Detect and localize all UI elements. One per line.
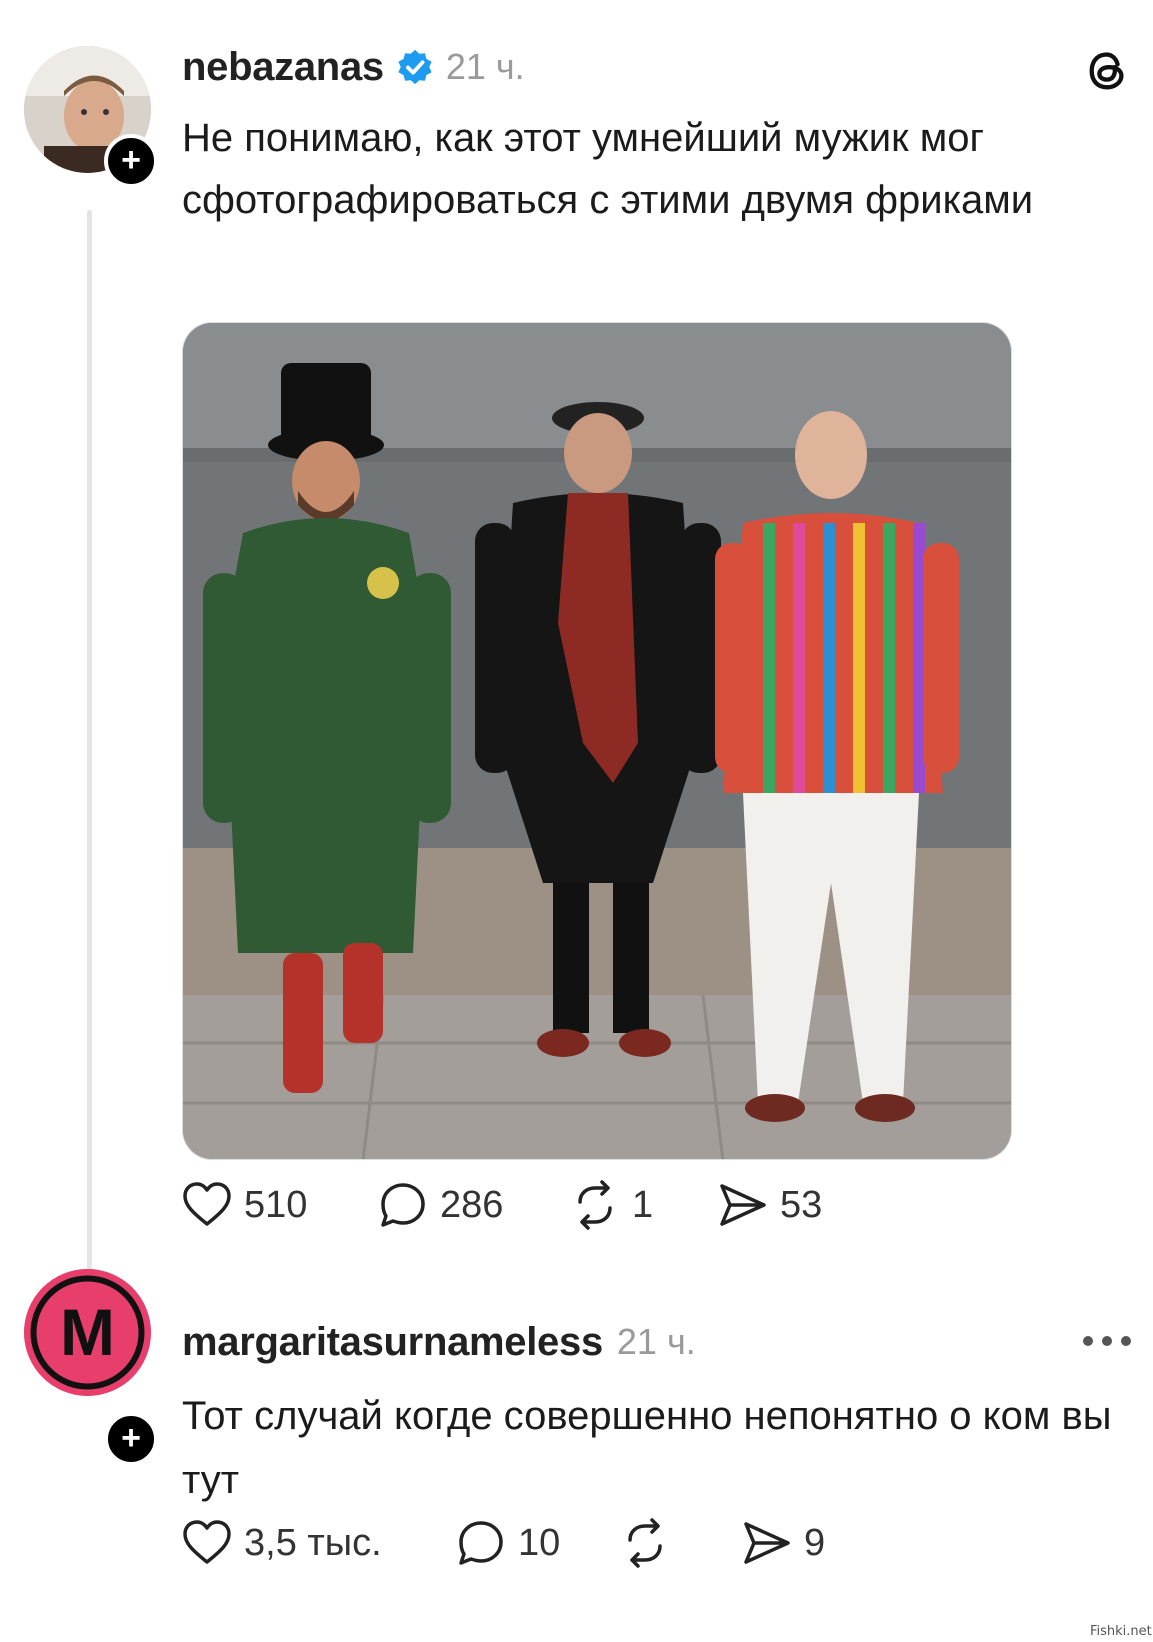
share-icon <box>744 1522 790 1564</box>
like-count: 510 <box>244 1183 308 1226</box>
reply-username[interactable]: margaritasurnameless <box>182 1320 603 1365</box>
more-icon[interactable] <box>1080 1333 1134 1349</box>
reply-comment-count: 10 <box>518 1521 561 1564</box>
follow-plus-button-reply[interactable]: + <box>104 1412 158 1466</box>
threads-logo-icon[interactable] <box>1085 48 1131 94</box>
reply-header: margaritasurnameless 21 ч. <box>182 1317 696 1367</box>
share-icon <box>720 1184 766 1226</box>
plus-icon: + <box>121 141 141 179</box>
post-text: Не понимаю, как этот умнейший мужик мог … <box>182 116 1034 222</box>
repost-icon <box>578 1180 612 1230</box>
like-button[interactable]: 510 <box>182 1180 307 1230</box>
reply-avatar-logo: M <box>24 1269 151 1396</box>
reply-share-count: 9 <box>804 1521 826 1564</box>
reply-text: Тот случай когде совершенно непонятно о … <box>182 1394 1112 1502</box>
share-count: 53 <box>780 1183 823 1226</box>
plus-icon: + <box>121 1419 141 1457</box>
reply-share-button[interactable]: 9 <box>742 1518 825 1568</box>
thread-connector-line <box>87 210 92 1270</box>
reply-avatar[interactable]: M <box>24 1269 151 1396</box>
comment-icon <box>381 1183 425 1227</box>
reply-repost-button[interactable] <box>620 1518 670 1568</box>
heart-icon <box>183 1520 231 1564</box>
reply-comment-button[interactable]: 10 <box>456 1518 560 1568</box>
repost-button[interactable]: 1 <box>570 1180 653 1230</box>
comment-icon <box>459 1521 503 1565</box>
reply-like-button[interactable]: 3,5 тыс. <box>182 1518 382 1568</box>
heart-icon <box>183 1182 231 1226</box>
repost-count: 1 <box>632 1183 654 1226</box>
reply-time: 21 ч. <box>616 1321 696 1362</box>
reply-like-count: 3,5 тыс. <box>244 1521 382 1564</box>
share-button[interactable]: 53 <box>718 1180 822 1230</box>
post-username[interactable]: nebazanas <box>182 45 384 90</box>
repost-icon <box>628 1518 662 1568</box>
post-header: nebazanas 21 ч. <box>182 42 525 92</box>
verified-icon <box>398 49 432 85</box>
comment-button[interactable]: 286 <box>378 1180 503 1230</box>
post-time: 21 ч. <box>445 46 525 87</box>
post-photo[interactable] <box>182 322 1012 1160</box>
post-photo-illustration <box>183 323 1011 1159</box>
svg-text:M: M <box>60 1295 115 1369</box>
watermark: Fishki.net <box>1090 1624 1152 1639</box>
comment-count: 286 <box>440 1183 504 1226</box>
follow-plus-button[interactable]: + <box>104 134 158 188</box>
